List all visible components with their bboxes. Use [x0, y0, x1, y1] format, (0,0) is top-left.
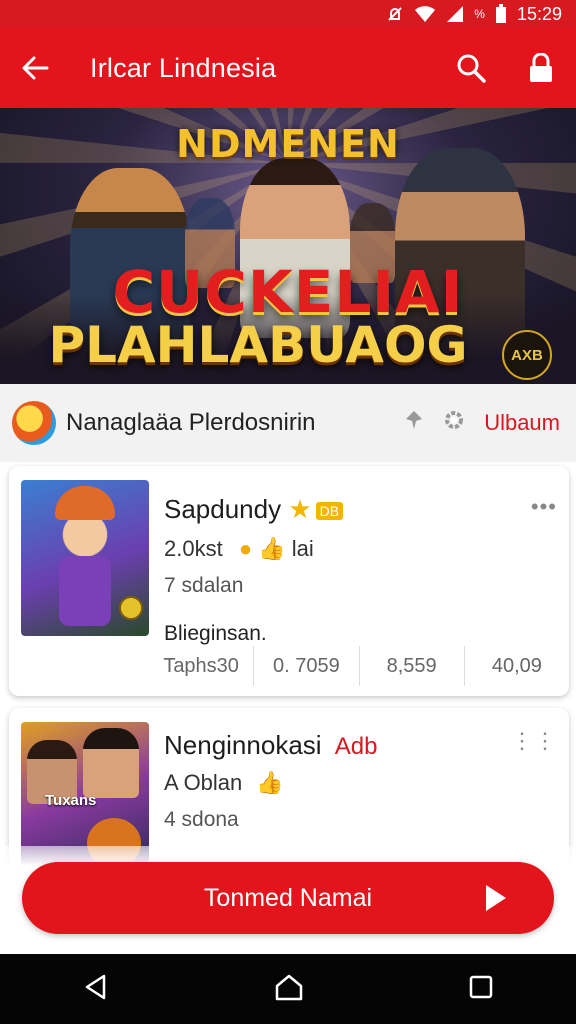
nav-back-button[interactable] — [82, 973, 110, 1006]
game-stats: Taphs30 0. 7059 8,559 40,09 — [149, 646, 569, 686]
back-arrow-icon — [22, 56, 49, 80]
thumbnail-character-body — [59, 556, 111, 626]
game-name: Nenginnokasi Adb — [164, 730, 378, 761]
play-icon — [486, 885, 506, 911]
game-rating-text: 2.0kst — [164, 536, 223, 561]
nav-recents-icon — [469, 975, 493, 998]
stat-4: 40,09 — [463, 646, 569, 686]
page-title: Irlcar Lindnesia — [90, 52, 277, 83]
pin-button[interactable] — [394, 409, 434, 437]
app-bar: Irlcar Lindnesia — [0, 28, 576, 108]
thumbs-up-icon: 👍 — [256, 770, 284, 795]
clock: 15:29 — [516, 3, 562, 24]
game-name-text: Nenginnokasi — [164, 730, 322, 760]
promo-banner[interactable]: NDMENEN CUCKELIAI PLAHLABUAOG — [0, 108, 576, 384]
banner-badge: AXB — [502, 330, 552, 380]
game-rating: 2.0kst ● 👍 lai — [164, 536, 314, 562]
stat-3: 8,559 — [358, 646, 464, 686]
star-icon: ★ — [288, 494, 312, 524]
signal-icon — [447, 6, 464, 22]
thumbnail-coin — [119, 596, 143, 620]
battery-percent: % — [474, 7, 485, 21]
section-logo-icon — [12, 401, 56, 445]
thumbnail-character-hair — [55, 486, 115, 520]
wifi-icon — [415, 6, 436, 22]
banner-top-text: NDMENEN — [176, 122, 400, 166]
nav-home-icon — [275, 974, 303, 1000]
game-thumbnail — [21, 480, 149, 636]
notification-off-icon — [388, 7, 402, 21]
lock-icon — [530, 53, 552, 82]
primary-cta-button[interactable]: Tonmed Namai — [22, 862, 554, 934]
search-icon — [457, 54, 486, 83]
game-card[interactable]: Tuxans Nenginnokasi Adb A Oblan 👍 4 sdon… — [9, 708, 569, 868]
game-name: Sapdundy ★ DB — [164, 494, 344, 525]
section-link[interactable]: Ulbaum — [474, 410, 576, 436]
nav-back-icon — [85, 974, 106, 999]
game-downloads: 4 sdona — [164, 808, 239, 831]
settings-button[interactable] — [434, 409, 474, 437]
section-header: Nanaglaäa Plerdosnirin Ulbaum — [0, 384, 576, 462]
more-icon[interactable]: ••• — [531, 494, 557, 520]
pin-icon — [406, 411, 423, 429]
more-icon[interactable]: ⋮⋮ — [511, 728, 557, 754]
cta-label: Tonmed Namai — [203, 883, 373, 912]
game-card[interactable]: Sapdundy ★ DB 2.0kst ● 👍 lai 7 sdalan Bli… — [9, 466, 569, 696]
back-button[interactable] — [0, 28, 70, 108]
stat-2: 0. 7059 — [253, 646, 358, 686]
game-badge: Adb — [334, 733, 378, 760]
thumbnail-text: Tuxans — [45, 792, 97, 809]
settings-icon — [445, 411, 464, 429]
lock-button[interactable] — [506, 28, 576, 108]
game-description: Blieginsan. — [164, 622, 267, 645]
game-name-text: Sapdundy — [164, 494, 282, 524]
game-extra: lai — [291, 536, 314, 561]
game-rating: A Oblan 👍 — [164, 770, 284, 796]
battery-icon — [495, 4, 506, 23]
game-tag: DB — [315, 502, 344, 521]
nav-home-button[interactable] — [274, 973, 304, 1006]
game-downloads: 7 sdalan — [164, 574, 244, 597]
stat-1: Taphs30 — [163, 654, 239, 677]
search-button[interactable] — [436, 28, 506, 108]
nav-recents-button[interactable] — [468, 974, 494, 1005]
thumbnail-character-right — [83, 728, 139, 798]
game-rating-text: A Oblan — [164, 770, 243, 795]
banner-subline: PLAHLABUAOG — [48, 316, 468, 374]
status-bar: % 15:29 — [0, 0, 576, 28]
thumbs-up-icon: 👍 — [258, 536, 286, 561]
coin-icon: ● — [238, 536, 253, 561]
section-title: Nanaglaäa Plerdosnirin — [66, 409, 316, 436]
system-nav-bar — [0, 954, 576, 1024]
